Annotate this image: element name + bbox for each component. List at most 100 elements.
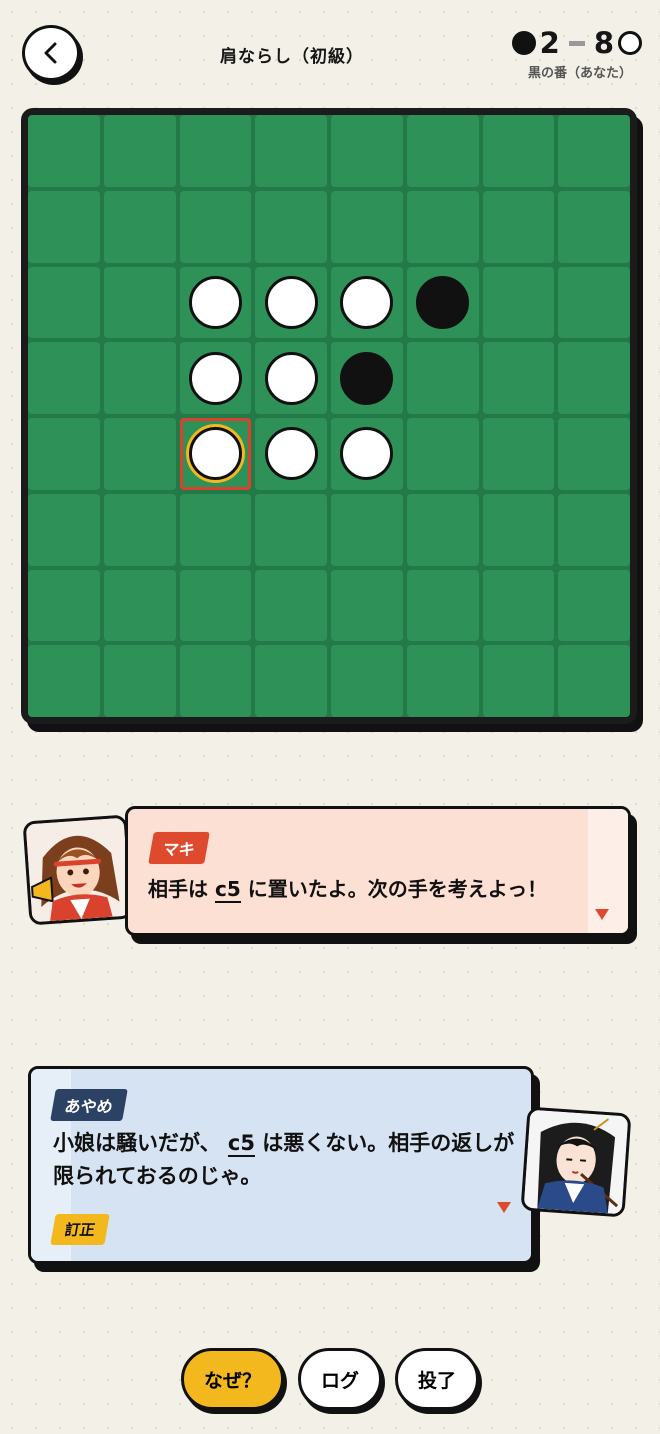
white-disc xyxy=(264,427,318,481)
ayame-message: 小娘は騒いだが、 c5 は悪くない。相手の返しが限られておるのじゃ。 xyxy=(53,1131,515,1188)
board-cell-d2[interactable] xyxy=(255,190,327,263)
board-cell-c6[interactable] xyxy=(179,493,252,566)
board-cell-f5[interactable] xyxy=(406,418,479,490)
page-title: 肩ならし（初級） xyxy=(220,47,364,67)
board-cell-b4[interactable] xyxy=(103,342,176,414)
board-cell-c1[interactable] xyxy=(179,115,252,187)
board-cell-d3[interactable] xyxy=(255,266,327,339)
board-cell-c5[interactable] xyxy=(179,418,252,490)
board-cell-a3[interactable] xyxy=(28,266,100,339)
black-disc xyxy=(416,275,470,329)
why-button[interactable]: なぜ？ xyxy=(181,1348,284,1410)
board-cell-b3[interactable] xyxy=(103,266,176,339)
board-cell-h4[interactable] xyxy=(558,342,630,414)
maki-name-tag: マキ xyxy=(148,832,210,864)
board-cell-e1[interactable] xyxy=(331,115,403,187)
board-cell-c7[interactable] xyxy=(179,569,252,642)
board-cell-d5[interactable] xyxy=(255,418,327,490)
board-cell-g4[interactable] xyxy=(482,342,555,414)
board-cell-a6[interactable] xyxy=(28,493,100,566)
board-cell-e3[interactable] xyxy=(331,266,403,339)
board-cell-e2[interactable] xyxy=(331,190,403,263)
board-cell-b7[interactable] xyxy=(103,569,176,642)
move-code: c5 xyxy=(227,1131,255,1157)
board-cell-d7[interactable] xyxy=(255,569,327,642)
white-disc-icon xyxy=(618,31,642,55)
board-cell-a1[interactable] xyxy=(28,115,100,187)
board-grid xyxy=(28,115,630,717)
board-cell-a2[interactable] xyxy=(28,190,100,263)
board-cell-h2[interactable] xyxy=(558,190,630,263)
board-cell-h3[interactable] xyxy=(558,266,630,339)
ayame-name-tag: あやめ xyxy=(50,1089,128,1121)
ayame-dialog[interactable]: あやめ 小娘は騒いだが、 c5 は悪くない。相手の返しが限られておるのじゃ。 訂… xyxy=(28,1066,534,1264)
continue-indicator-icon xyxy=(497,1202,511,1213)
board-cell-h1[interactable] xyxy=(558,115,630,187)
score-divider xyxy=(568,40,585,46)
board-cell-f4[interactable] xyxy=(406,342,479,414)
board-cell-a8[interactable] xyxy=(28,645,100,717)
ayame-avatar xyxy=(520,1106,632,1218)
board-cell-h7[interactable] xyxy=(558,569,630,642)
board-cell-g2[interactable] xyxy=(482,190,555,263)
board-cell-b1[interactable] xyxy=(103,115,176,187)
log-button[interactable]: ログ xyxy=(298,1348,382,1410)
board-cell-g3[interactable] xyxy=(482,266,555,339)
white-disc xyxy=(188,427,242,481)
board-cell-g8[interactable] xyxy=(482,645,555,717)
white-disc xyxy=(340,275,394,329)
board-cell-b8[interactable] xyxy=(103,645,176,717)
board-cell-f2[interactable] xyxy=(406,190,479,263)
correction-badge: 訂正 xyxy=(50,1214,110,1245)
board-cell-b6[interactable] xyxy=(103,493,176,566)
board-cell-b5[interactable] xyxy=(103,418,176,490)
score-black: 2 xyxy=(539,26,560,60)
board-cell-d4[interactable] xyxy=(255,342,327,414)
white-disc xyxy=(264,275,318,329)
board-cell-g5[interactable] xyxy=(482,418,555,490)
continue-indicator-icon xyxy=(595,909,609,920)
white-disc xyxy=(340,427,394,481)
board-cell-f3[interactable] xyxy=(406,266,479,339)
board-cell-e4[interactable] xyxy=(331,342,403,414)
board-cell-c8[interactable] xyxy=(179,645,252,717)
game-board xyxy=(21,108,637,724)
board-cell-f8[interactable] xyxy=(406,645,479,717)
board-cell-h5[interactable] xyxy=(558,418,630,490)
white-disc xyxy=(188,351,242,405)
board-cell-a5[interactable] xyxy=(28,418,100,490)
move-code: c5 xyxy=(214,877,241,903)
board-cell-h6[interactable] xyxy=(558,493,630,566)
board-cell-d1[interactable] xyxy=(255,115,327,187)
board-cell-e7[interactable] xyxy=(331,569,403,642)
board-cell-g6[interactable] xyxy=(482,493,555,566)
board-cell-e8[interactable] xyxy=(331,645,403,717)
board-cell-c3[interactable] xyxy=(179,266,252,339)
board-cell-e5[interactable] xyxy=(331,418,403,490)
maki-avatar xyxy=(22,814,134,926)
board-cell-a4[interactable] xyxy=(28,342,100,414)
board-cell-f1[interactable] xyxy=(406,115,479,187)
board-cell-h8[interactable] xyxy=(558,645,630,717)
resign-button[interactable]: 投了 xyxy=(395,1348,479,1410)
maki-message: 相手は c5 に置いたよ。次の手を考えよっ！ xyxy=(148,877,548,903)
score-white: 8 xyxy=(593,26,614,60)
black-disc xyxy=(340,351,394,405)
white-disc xyxy=(188,275,242,329)
board-cell-a7[interactable] xyxy=(28,569,100,642)
white-disc xyxy=(264,351,318,405)
maki-dialog[interactable]: マキ 相手は c5 に置いたよ。次の手を考えよっ！ xyxy=(125,806,631,936)
board-cell-c4[interactable] xyxy=(179,342,252,414)
board-cell-e6[interactable] xyxy=(331,493,403,566)
score-display: 2 8 xyxy=(511,26,642,60)
board-cell-g7[interactable] xyxy=(482,569,555,642)
board-cell-f6[interactable] xyxy=(406,493,479,566)
board-cell-d8[interactable] xyxy=(255,645,327,717)
board-cell-c2[interactable] xyxy=(179,190,252,263)
black-disc-icon xyxy=(511,31,536,55)
board-cell-b2[interactable] xyxy=(103,190,176,263)
board-cell-g1[interactable] xyxy=(482,115,555,187)
turn-indicator: 黒の番（あなた） xyxy=(527,66,632,81)
board-cell-f7[interactable] xyxy=(406,569,479,642)
board-cell-d6[interactable] xyxy=(255,493,327,566)
